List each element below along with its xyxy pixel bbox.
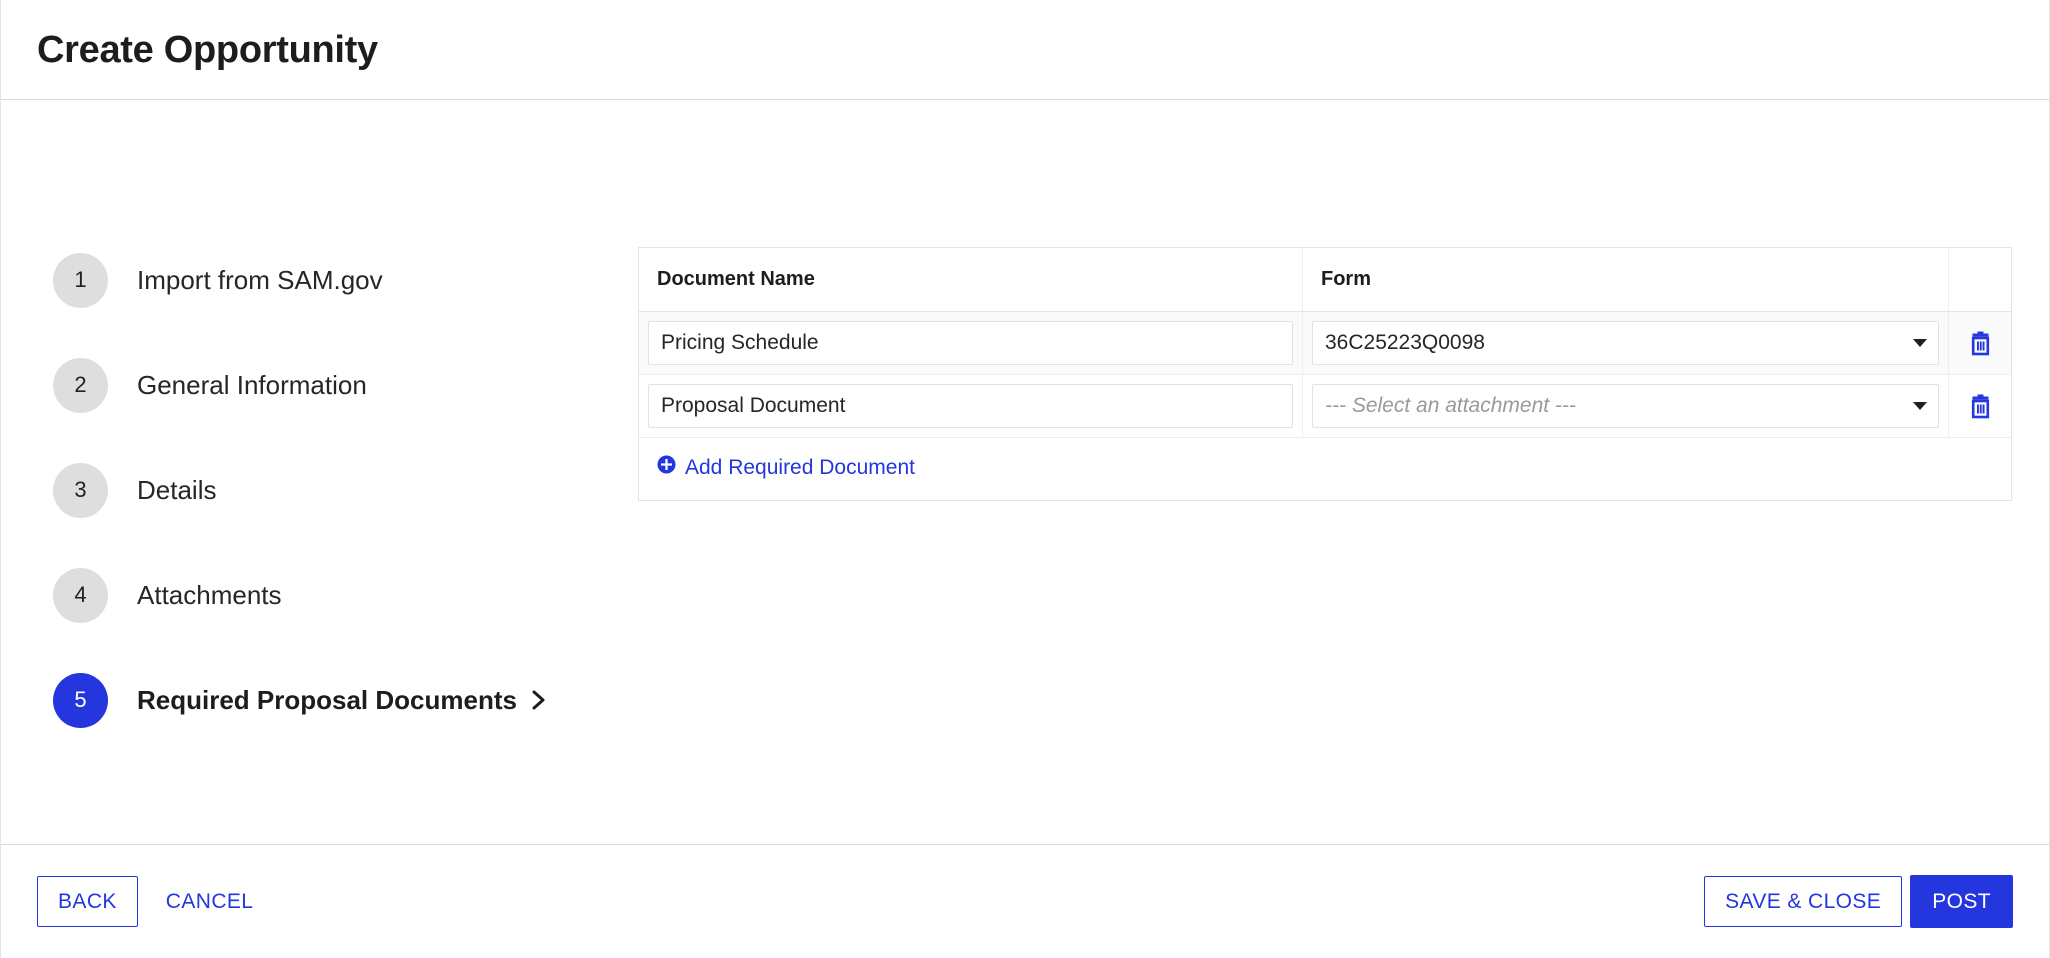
table-add-row: Add Required Document [639, 438, 2011, 500]
document-name-input[interactable] [648, 384, 1293, 428]
create-opportunity-page: Create Opportunity 1 Import from SAM.gov… [0, 0, 2050, 958]
add-required-document-cell: Add Required Document [639, 438, 933, 500]
stepper-item-required-proposal-documents[interactable]: 5 Required Proposal Documents [53, 660, 593, 740]
table-header-row: Document Name Form [639, 248, 2011, 312]
document-name-cell [639, 312, 1302, 374]
row-actions-cell [1948, 375, 2011, 437]
form-select[interactable]: 36C25223Q0098 [1312, 321, 1939, 365]
form-select-wrapper: --- Select an attachment --- [1312, 384, 1939, 428]
footer-right-actions: SAVE & CLOSE POST [1704, 874, 2013, 928]
required-documents-table: Document Name Form 36C25223Q0098 [638, 247, 2012, 501]
step-label: Import from SAM.gov [137, 264, 383, 295]
stepper-item-general-information[interactable]: 2 General Information [53, 345, 593, 425]
step-label: General Information [137, 369, 367, 400]
column-header-actions [1948, 248, 2011, 311]
cancel-button[interactable]: CANCEL [148, 877, 272, 926]
trash-icon [1969, 331, 1992, 356]
trash-icon [1969, 394, 1992, 419]
page-header: Create Opportunity [1, 0, 2049, 100]
back-button[interactable]: BACK [37, 875, 138, 927]
step-label: Details [137, 474, 217, 505]
page-title: Create Opportunity [37, 28, 378, 71]
step-number-badge: 3 [53, 462, 108, 518]
add-required-document-label: Add Required Document [685, 455, 915, 479]
delete-row-button[interactable] [1969, 394, 1992, 419]
step-number-badge: 1 [53, 252, 108, 308]
step-number-badge: 4 [53, 567, 108, 623]
column-header-document-name: Document Name [657, 268, 815, 290]
footer-left-actions: BACK CANCEL [37, 875, 272, 927]
document-name-cell [639, 375, 1302, 437]
chevron-right-icon [529, 687, 549, 713]
step-number-badge: 5 [53, 672, 108, 728]
row-actions-cell [1948, 312, 2011, 374]
wizard-stepper: 1 Import from SAM.gov 2 General Informat… [53, 240, 593, 740]
page-body: 1 Import from SAM.gov 2 General Informat… [1, 100, 2049, 845]
column-header-form: Form [1302, 248, 1948, 311]
plus-circle-icon [657, 455, 676, 480]
table-row: --- Select an attachment --- [639, 375, 2011, 438]
form-cell: 36C25223Q0098 [1302, 312, 1948, 374]
form-cell: --- Select an attachment --- [1302, 375, 1948, 437]
stepper-item-details[interactable]: 3 Details [53, 450, 593, 530]
form-select-wrapper: 36C25223Q0098 [1312, 321, 1939, 365]
step-label: Attachments [137, 579, 282, 610]
step-number-badge: 2 [53, 357, 108, 413]
add-required-document-link[interactable]: Add Required Document [657, 455, 915, 480]
stepper-item-attachments[interactable]: 4 Attachments [53, 555, 593, 635]
page-footer: BACK CANCEL SAVE & CLOSE POST [1, 845, 2049, 957]
document-name-input[interactable] [648, 321, 1293, 365]
save-and-close-button[interactable]: SAVE & CLOSE [1704, 875, 1903, 927]
step-label: Required Proposal Documents [137, 684, 517, 715]
form-select[interactable]: --- Select an attachment --- [1312, 384, 1939, 428]
delete-row-button[interactable] [1969, 331, 1992, 356]
table-row: 36C25223Q0098 [639, 312, 2011, 375]
post-button[interactable]: POST [1910, 874, 2013, 928]
stepper-item-import-from-sam-gov[interactable]: 1 Import from SAM.gov [53, 240, 593, 320]
